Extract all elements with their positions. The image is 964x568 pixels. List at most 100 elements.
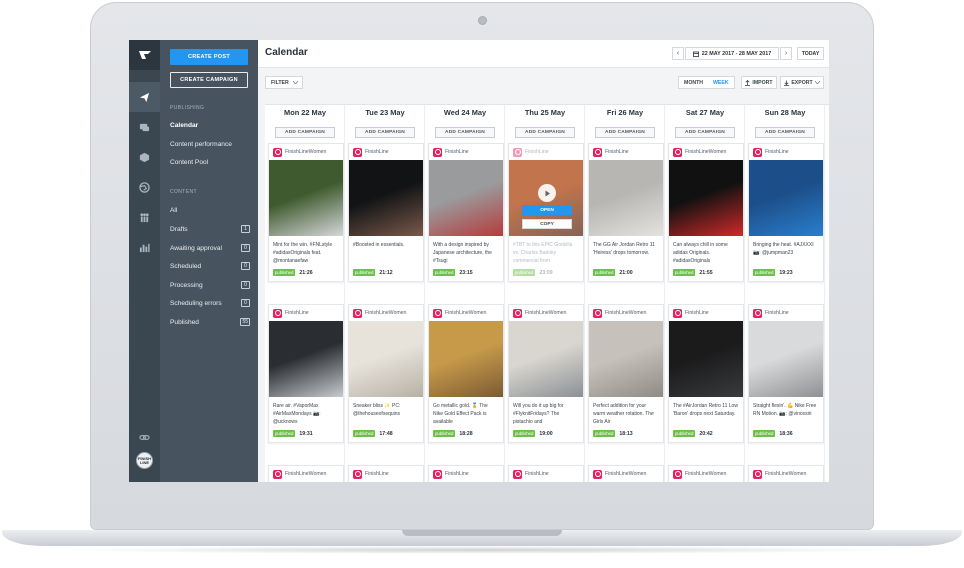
play-icon[interactable]	[538, 184, 556, 202]
post-time: 18:28	[459, 430, 473, 437]
analytics-icon[interactable]	[129, 232, 160, 262]
add-campaign-button[interactable]: ADD CAMPAIGN	[355, 127, 415, 138]
nav-item-label: Awaiting approval	[170, 244, 222, 252]
nav-item-all[interactable]: All	[170, 207, 250, 214]
count-badge: 0	[241, 262, 250, 270]
post-card[interactable]: FinishLineWomen Go metallic gold. 🏅 The N…	[428, 304, 504, 443]
post-card[interactable]: FinishLine	[348, 465, 424, 482]
add-campaign-button[interactable]: ADD CAMPAIGN	[515, 127, 575, 138]
post-caption: #TBT to this EPIC Godzilla vs. Charles B…	[513, 242, 573, 264]
instagram-icon	[273, 469, 282, 479]
add-campaign-button[interactable]: ADD CAMPAIGN	[755, 127, 815, 138]
post-footer: published 21:26	[269, 264, 343, 281]
post-image[interactable]	[589, 160, 663, 236]
view-month-button[interactable]: MONTH	[679, 77, 708, 88]
post-card[interactable]: FinishLine With a design inspired by Japa…	[428, 143, 504, 282]
link-icon[interactable]	[129, 422, 160, 452]
users-icon[interactable]	[129, 202, 160, 232]
icon-rail: FINISH LINE	[129, 40, 160, 482]
post-image[interactable]	[349, 321, 423, 397]
globe-icon[interactable]	[129, 172, 160, 202]
add-campaign-button[interactable]: ADD CAMPAIGN	[595, 127, 655, 138]
nav-item-content-pool[interactable]: Content Pool	[170, 159, 250, 166]
status-badge: published	[753, 430, 776, 437]
nav-item-awaiting-approval[interactable]: Awaiting approval 0	[170, 244, 250, 252]
post-image[interactable]: OPEN COPY	[509, 160, 583, 236]
post-image[interactable]	[429, 321, 503, 397]
add-campaign-button[interactable]: ADD CAMPAIGN	[275, 127, 335, 138]
post-card[interactable]: FinishLine OPEN COPY #TBT to this EPIC Godz…	[508, 143, 584, 282]
view-week-button[interactable]: WEEK	[708, 77, 734, 88]
chevron-down-icon	[292, 81, 298, 84]
app-logo-icon[interactable]	[129, 40, 160, 70]
brand-avatar[interactable]: FINISH LINE	[136, 452, 153, 469]
post-image[interactable]	[269, 160, 343, 236]
nav-item-scheduling-errors[interactable]: Scheduling errors 0	[170, 299, 250, 307]
post-caption: Bringing the heat. #AJXXXI 📷: @jumpman23	[753, 242, 814, 256]
post-image[interactable]	[589, 321, 663, 397]
count-badge: 0	[241, 281, 250, 289]
publish-send-icon[interactable]	[129, 82, 160, 112]
post-card[interactable]: FinishLineWomen Sneaker bliss ✨ PC: @theh…	[348, 304, 424, 443]
post-image[interactable]	[349, 160, 423, 236]
post-card[interactable]: FinishLine The #AirJordan Retro 11 Low 'B…	[668, 304, 744, 443]
add-campaign-button[interactable]: ADD CAMPAIGN	[435, 127, 495, 138]
post-time: 21:12	[379, 269, 393, 276]
add-campaign-button[interactable]: ADD CAMPAIGN	[675, 127, 735, 138]
nav-item-processing[interactable]: Processing 0	[170, 281, 250, 289]
post-card[interactable]: FinishLine The GG Air Jordan Retro 11 'He…	[588, 143, 664, 282]
post-time: 21:00	[619, 269, 633, 276]
filter-dropdown[interactable]: FILTER	[265, 76, 303, 89]
post-card[interactable]: FinishLine	[508, 465, 584, 482]
post-header: FinishLine	[429, 466, 503, 482]
post-card[interactable]: FinishLineWomen Mint for the win. #FNLsty…	[268, 143, 344, 282]
post-image[interactable]	[749, 321, 823, 397]
prev-week-button[interactable]: ‹	[672, 47, 684, 60]
post-card[interactable]: FinishLine Rare air. #VaporMax #AirMaxMon…	[268, 304, 344, 443]
export-button[interactable]: EXPORT	[780, 76, 824, 89]
post-card[interactable]: FinishLineWomen Can always chill in some …	[668, 143, 744, 282]
post-header: FinishLineWomen	[749, 466, 823, 482]
date-range-picker[interactable]: 22 MAY 2017 - 28 MAY 2017	[685, 47, 779, 60]
chat-icon[interactable]	[129, 112, 160, 142]
export-icon	[784, 80, 790, 86]
nav-item-scheduled[interactable]: Scheduled 0	[170, 262, 250, 270]
next-week-button[interactable]: ›	[780, 47, 792, 60]
create-post-button[interactable]: CREATE POST	[170, 49, 248, 65]
open-post-button[interactable]: OPEN	[522, 205, 572, 215]
post-image[interactable]	[429, 160, 503, 236]
post-time: 17:48	[379, 430, 393, 437]
post-image[interactable]	[509, 321, 583, 397]
create-campaign-button[interactable]: CREATE CAMPAIGN	[170, 72, 248, 88]
post-time: 18:36	[779, 430, 793, 437]
post-image[interactable]	[669, 160, 743, 236]
post-card[interactable]: FinishLine Bringing the heat. #AJXXXI 📷: …	[748, 143, 824, 282]
post-card[interactable]: FinishLineWomen	[588, 465, 664, 482]
box-icon[interactable]	[129, 142, 160, 172]
camera-icon	[478, 16, 487, 25]
post-image[interactable]	[669, 321, 743, 397]
post-image[interactable]	[269, 321, 343, 397]
post-card[interactable]: FinishLineWomen Perfect addition for your…	[588, 304, 664, 443]
import-button[interactable]: IMPORT	[741, 76, 777, 89]
post-card[interactable]: FinishLine	[428, 465, 504, 482]
status-badge: published	[433, 430, 456, 437]
copy-post-button[interactable]: COPY	[522, 219, 572, 229]
day-column: Mon 22 May ADD CAMPAIGN FinishLineWomen Min…	[265, 105, 345, 482]
post-card[interactable]: FinishLine #Boosted in essentials. publish…	[348, 143, 424, 282]
nav-item-drafts[interactable]: Drafts 1	[170, 225, 250, 233]
post-card[interactable]: FinishLineWomen Will you do it up big for…	[508, 304, 584, 443]
account-name: FinishLine	[765, 149, 789, 155]
post-card[interactable]: FinishLineWomen	[668, 465, 744, 482]
post-image[interactable]	[749, 160, 823, 236]
post-card[interactable]: FinishLineWomen	[268, 465, 344, 482]
nav-item-published[interactable]: Published 55	[170, 318, 250, 326]
calendar-icon	[692, 51, 699, 57]
post-card[interactable]: FinishLine Straight flexin'. 💪 Nike Free …	[748, 304, 824, 443]
day-header: Mon 22 May	[284, 108, 326, 117]
nav-item-content-performance[interactable]: Content performance	[170, 141, 250, 148]
post-header: FinishLineWomen	[269, 144, 343, 160]
post-card[interactable]: FinishLineWomen	[748, 465, 824, 482]
nav-item-calendar[interactable]: Calendar	[170, 122, 250, 129]
today-button[interactable]: TODAY	[797, 47, 824, 60]
